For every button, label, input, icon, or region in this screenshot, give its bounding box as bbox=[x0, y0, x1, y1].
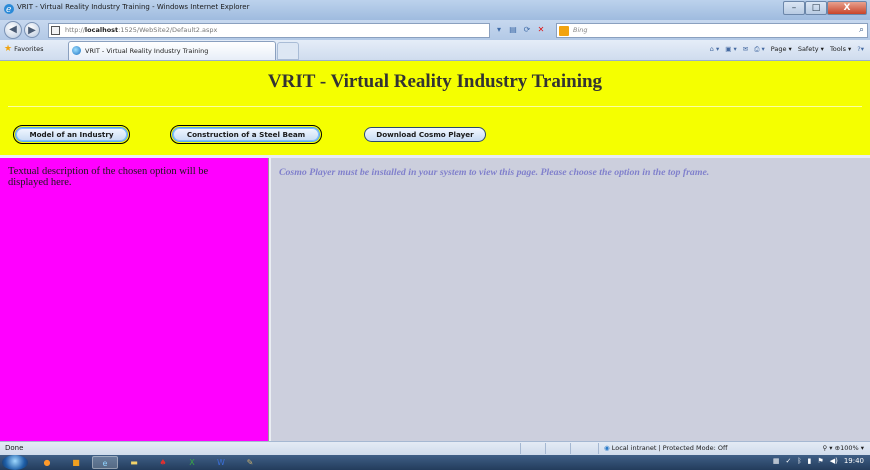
browser-tab[interactable]: VRIT - Virtual Reality Industry Training bbox=[68, 41, 276, 60]
new-tab-button[interactable] bbox=[277, 42, 299, 60]
stop-icon[interactable]: ✕ bbox=[534, 23, 548, 38]
mail-icon[interactable]: ✉ bbox=[743, 45, 748, 54]
system-tray: ▦ ✓ ᛒ ▮ ⚑ ◀) 19:40 bbox=[773, 457, 864, 465]
steel-beam-button[interactable]: Construction of a Steel Beam bbox=[170, 125, 322, 144]
divider bbox=[8, 106, 862, 107]
internet-explorer-taskbar-icon[interactable]: e bbox=[92, 456, 118, 469]
address-toolbar: ◀ ▶ http://localhost:1525/WebSite2/Defau… bbox=[0, 20, 870, 40]
search-icon[interactable]: ⌕ bbox=[859, 25, 864, 35]
taskbar: ● ■ e ▬ ♠ X W ✎ ▦ ✓ ᛒ ▮ ⚑ ◀) 19:40 bbox=[0, 455, 870, 470]
word-icon[interactable]: W bbox=[208, 456, 234, 469]
action-center-icon[interactable]: ⚑ bbox=[817, 457, 823, 465]
page-title: VRIT - Virtual Reality Industry Training bbox=[267, 71, 603, 92]
close-button[interactable]: X bbox=[827, 1, 867, 15]
print-icon[interactable]: ⎙ ▾ bbox=[754, 45, 765, 54]
taskbar-apps: ● ■ e ▬ ♠ X W ✎ bbox=[34, 456, 263, 469]
zoom-control[interactable]: ⚲ ▾ ⊕100% ▾ bbox=[822, 444, 864, 452]
protected-mode-icon: ⚲ ▾ bbox=[822, 444, 833, 452]
globe-icon: ◉ bbox=[604, 444, 610, 452]
volume-icon[interactable]: ◀) bbox=[830, 457, 838, 465]
back-button[interactable]: ◀ bbox=[4, 21, 22, 39]
favorites-bar: ★ Favorites VRIT - Virtual Reality Indus… bbox=[0, 40, 870, 61]
security-zone-text: Local intranet | Protected Mode: Off bbox=[611, 444, 728, 452]
minimize-button[interactable]: – bbox=[783, 1, 805, 15]
search-input[interactable]: Bing ⌕ bbox=[556, 23, 868, 38]
window-title-bar[interactable]: e VRIT - Virtual Reality Industry Traini… bbox=[0, 0, 870, 20]
maximize-button[interactable]: □ bbox=[805, 1, 827, 15]
tools-menu[interactable]: Tools ▾ bbox=[830, 45, 851, 54]
favorites-button[interactable]: ★ Favorites bbox=[4, 44, 44, 54]
command-bar: ⌂ ▾ ▣ ▾ ✉ ⎙ ▾ Page ▾ Safety ▾ Tools ▾ ?▾ bbox=[710, 45, 864, 54]
zoom-level: 100% bbox=[840, 444, 859, 452]
paint-icon[interactable]: ✎ bbox=[237, 456, 263, 469]
status-separator bbox=[520, 443, 521, 454]
address-actions: ▾ ▤ ⟳ ✕ bbox=[492, 23, 548, 38]
top-frame: VRIT - Virtual Reality Industry Training… bbox=[0, 61, 870, 155]
internet-explorer-icon: e bbox=[4, 4, 14, 15]
outlook-icon[interactable]: ■ bbox=[63, 456, 89, 469]
address-input[interactable]: http://localhost:1525/WebSite2/Default2.… bbox=[48, 23, 490, 38]
page-menu[interactable]: Page ▾ bbox=[771, 45, 792, 54]
back-arrow-icon: ◀ bbox=[9, 24, 17, 35]
status-separator bbox=[545, 443, 546, 454]
favorites-label: Favorites bbox=[14, 45, 44, 53]
security-zone[interactable]: ◉ Local intranet | Protected Mode: Off bbox=[604, 444, 728, 452]
dropdown-icon[interactable]: ▾ bbox=[492, 23, 506, 38]
start-button[interactable] bbox=[2, 455, 28, 470]
status-text: Done bbox=[5, 444, 24, 452]
right-frame: Cosmo Player must be installed in your s… bbox=[271, 158, 870, 441]
page-icon bbox=[51, 26, 60, 35]
antivirus-icon[interactable]: ✓ bbox=[785, 457, 791, 465]
description-text: Textual description of the chosen option… bbox=[8, 166, 209, 188]
bluetooth-icon[interactable]: ᛒ bbox=[797, 457, 801, 465]
tab-label: VRIT - Virtual Reality Industry Training bbox=[85, 47, 209, 55]
acrobat-icon[interactable]: ♠ bbox=[150, 456, 176, 469]
address-url: http://localhost:1525/WebSite2/Default2.… bbox=[65, 26, 218, 34]
compatibility-view-icon[interactable]: ▤ bbox=[506, 23, 520, 38]
bing-icon bbox=[559, 26, 569, 36]
status-separator bbox=[570, 443, 571, 454]
power-icon[interactable]: ▮ bbox=[808, 457, 812, 465]
forward-arrow-icon: ▶ bbox=[28, 25, 36, 36]
model-of-industry-button[interactable]: Model of an Industry bbox=[13, 125, 130, 144]
network-icon[interactable]: ▦ bbox=[773, 457, 780, 465]
clock[interactable]: 19:40 bbox=[844, 457, 864, 465]
favorites-star-icon: ★ bbox=[4, 44, 13, 54]
feeds-icon[interactable]: ▣ ▾ bbox=[725, 45, 736, 54]
search-placeholder: Bing bbox=[573, 26, 588, 34]
refresh-icon[interactable]: ⟳ bbox=[520, 23, 534, 38]
left-frame: Textual description of the chosen option… bbox=[0, 158, 268, 441]
tab-favicon-icon bbox=[72, 46, 81, 55]
window-title: VRIT - Virtual Reality Industry Training… bbox=[17, 3, 250, 11]
status-separator bbox=[598, 443, 599, 454]
media-player-icon[interactable]: ● bbox=[34, 456, 60, 469]
download-cosmo-player-button[interactable]: Download Cosmo Player bbox=[364, 127, 486, 142]
status-bar: Done ◉ Local intranet | Protected Mode: … bbox=[0, 441, 870, 455]
window-controls: – □ X bbox=[783, 1, 867, 15]
home-icon[interactable]: ⌂ ▾ bbox=[710, 45, 719, 54]
svg-text:e: e bbox=[6, 5, 11, 15]
help-icon[interactable]: ?▾ bbox=[857, 45, 864, 54]
safety-menu[interactable]: Safety ▾ bbox=[798, 45, 824, 54]
excel-icon[interactable]: X bbox=[179, 456, 205, 469]
file-explorer-icon[interactable]: ▬ bbox=[121, 456, 147, 469]
cosmo-player-notice: Cosmo Player must be installed in your s… bbox=[279, 167, 710, 178]
forward-button[interactable]: ▶ bbox=[24, 22, 40, 38]
